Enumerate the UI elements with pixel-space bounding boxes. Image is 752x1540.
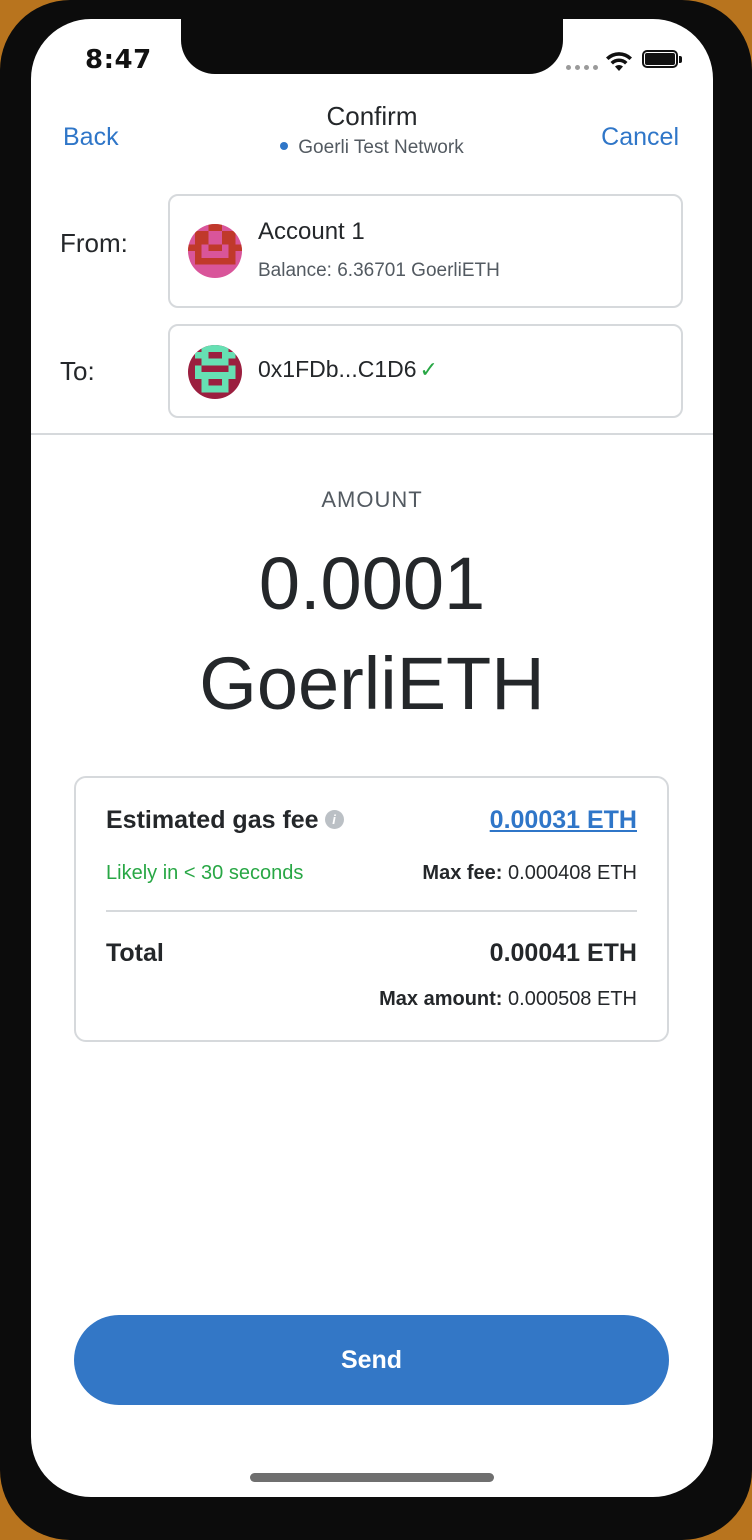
- info-icon[interactable]: i: [324, 809, 344, 829]
- gas-fee-link[interactable]: 0.00031 ETH: [490, 806, 637, 835]
- recipient-address: 0x1FDb...C1D6: [258, 356, 417, 382]
- gas-fee-title: Estimated gas fee i: [106, 806, 344, 835]
- from-account-selector[interactable]: Account 1 Balance: 6.36701 GoerliETH: [168, 194, 683, 308]
- wifi-icon: [606, 52, 632, 71]
- total-label: Total: [106, 939, 164, 967]
- to-label: To:: [60, 356, 95, 386]
- gas-time-estimate: Likely in < 30 seconds: [106, 862, 304, 884]
- total-value: 0.00041 ETH: [489, 939, 637, 967]
- status-time: 8:47: [85, 45, 152, 75]
- max-fee-value: 0.000408 ETH: [508, 862, 637, 884]
- to-address-field[interactable]: 0x1FDb...C1D6 ✓: [168, 324, 683, 418]
- send-button[interactable]: Send: [74, 1315, 669, 1405]
- from-account-balance: Balance: 6.36701 GoerliETH: [258, 260, 500, 281]
- from-account-name: Account 1: [258, 218, 365, 245]
- network-name: Goerli Test Network: [298, 137, 464, 158]
- amount-value: 0.0001: [258, 542, 486, 625]
- device-notch: [181, 19, 563, 74]
- home-indicator[interactable]: [250, 1473, 494, 1482]
- total-max-amount: Max amount: 0.000508 ETH: [379, 988, 637, 1011]
- recipient-avatar-icon: [188, 345, 242, 399]
- check-icon: ✓: [419, 357, 438, 382]
- cellular-signal-icon: [566, 65, 598, 70]
- section-divider: [31, 433, 713, 435]
- to-address-text: 0x1FDb...C1D6 ✓: [258, 356, 438, 383]
- transaction-summary-card: Estimated gas fee i 0.00031 ETH Likely in…: [74, 776, 669, 1042]
- card-divider: [106, 910, 637, 912]
- cancel-button[interactable]: Cancel: [601, 123, 679, 152]
- max-amount-label: Max amount:: [379, 988, 503, 1010]
- network-dot-icon: [280, 141, 289, 150]
- amount-display: 0.0001 GoerliETH: [31, 534, 713, 734]
- max-fee-label: Max fee:: [422, 862, 503, 884]
- gas-fee-label: Estimated gas fee: [106, 806, 319, 834]
- app-screen: 8:47 Back Confirm Goerli Test Network Ca…: [31, 19, 713, 1497]
- gas-max-fee: Max fee: 0.000408 ETH: [422, 862, 637, 885]
- battery-icon: [642, 50, 682, 70]
- amount-label: AMOUNT: [321, 487, 423, 512]
- max-amount-value: 0.000508 ETH: [508, 988, 637, 1010]
- from-label: From:: [60, 228, 128, 258]
- account-avatar-icon: [188, 224, 242, 278]
- amount-unit: GoerliETH: [199, 642, 545, 725]
